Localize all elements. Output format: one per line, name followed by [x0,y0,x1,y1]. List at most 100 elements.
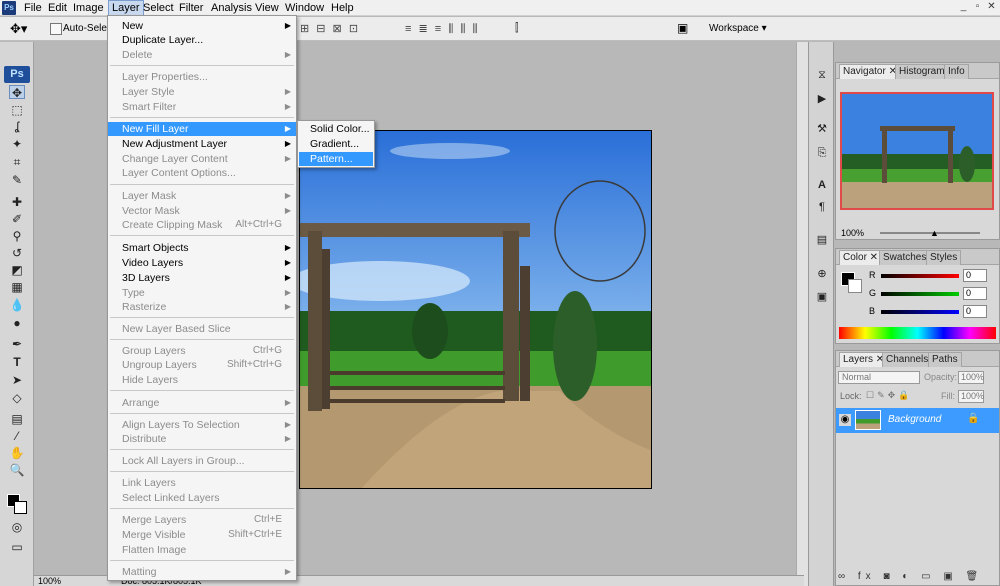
fill-input[interactable]: 100% [958,390,984,403]
clone-source-icon[interactable]: ⎘ [815,146,829,160]
menu-layer-mask: Layer Mask ▶ [122,190,291,202]
tab-paths[interactable]: Paths [928,352,962,367]
notes-icon[interactable]: ▤ [9,412,25,426]
background-color-swatch[interactable] [14,501,27,514]
submenu-gradient[interactable]: Gradient... [299,137,373,151]
menu-layer-properties: Layer Properties... [122,71,208,83]
move-tool-icon[interactable]: ✥▾ [10,21,27,37]
brushes-icon[interactable]: ▤ [815,233,829,247]
opacity-input[interactable]: 100% [958,371,984,384]
auto-select-checkbox[interactable] [50,23,62,35]
menu-image[interactable]: Image [70,0,107,16]
auto-align-icon[interactable]: ⫿ [515,22,519,35]
tab-color[interactable]: Color ✕ [839,250,883,265]
hand-icon[interactable]: ✋ [9,446,25,460]
paragraph-icon[interactable]: ¶ [815,200,829,214]
navigator-zoom-value[interactable]: 100% [841,228,864,238]
menu-new[interactable]: New ▶ [108,19,296,33]
magic-wand-icon[interactable]: ✦ [9,137,25,151]
color-background-swatch[interactable] [848,279,862,293]
menu-view[interactable]: View [252,0,282,16]
eye-icon[interactable]: ◉ [839,414,851,426]
color-b-slider[interactable] [881,310,959,314]
color-g-slider[interactable] [881,292,959,296]
navigator-preview[interactable] [840,92,994,210]
layers-footer-icons[interactable]: ∞ fx ◙ ◐ ▭ ▣ 🗑 [838,571,998,585]
tab-histogram[interactable]: Histogram [895,64,949,79]
eyedropper-icon[interactable]: ⁄ [9,429,25,443]
tab-layers[interactable]: Layers ✕ [839,352,889,367]
color-spectrum-bar[interactable] [839,327,996,339]
photoshop-logo: Ps [2,1,16,15]
layer-lock-icon: 🔒 [967,413,980,424]
document-scrollbar[interactable] [796,42,808,586]
tool-presets-icon[interactable]: ⚒ [815,122,829,136]
crop-icon[interactable]: ⌗ [9,155,25,169]
color-b-input[interactable]: 0 [963,305,987,318]
zoom-icon[interactable]: 🔍 [9,463,25,477]
menu-video-layers[interactable]: Video Layers ▶ [108,256,296,270]
color-r-input[interactable]: 0 [963,269,987,282]
tab-swatches[interactable]: Swatches [879,250,931,265]
gradient-icon[interactable]: ▦ [9,280,25,294]
screen-mode-icon[interactable]: ▭ [9,540,25,554]
quickmask-icon[interactable]: ◎ [9,520,25,534]
menu-layer[interactable]: Layer [108,0,144,16]
character-icon[interactable]: A [815,178,829,192]
eraser-icon[interactable]: ◩ [9,263,25,277]
menu-filter[interactable]: Filter [176,0,206,16]
menu-new-adjustment-layer[interactable]: New Adjustment Layer ▶ [108,137,296,151]
tab-channels[interactable]: Channels [882,352,933,367]
lasso-icon[interactable]: ʆ [9,119,25,133]
pen-icon[interactable]: ✒ [9,337,25,351]
restore-icon[interactable]: ▫ [971,1,984,13]
workspace-icon[interactable]: ▣ [677,21,688,35]
history-brush-icon[interactable]: ↺ [9,246,25,260]
menu-window[interactable]: Window [282,0,327,16]
actions-icon[interactable]: ▶ [815,92,829,106]
clone-stamp-icon[interactable]: ⚲ [9,229,25,243]
menu-smart-objects[interactable]: Smart Objects ▶ [108,241,296,255]
move-icon[interactable]: ✥ [9,85,25,100]
menu-new-fill-layer[interactable]: New Fill Layer ▶ [108,122,296,136]
healing-brush-icon[interactable]: ✚ [9,195,25,209]
workspace-button[interactable]: Workspace ▾ [709,23,767,34]
brush-icon[interactable]: ✐ [9,212,25,226]
close-icon[interactable]: ✕ [985,1,998,13]
blur-icon[interactable]: 💧 [9,298,25,312]
menu-3d-layers[interactable]: 3D Layers ▶ [108,271,296,285]
layer-name[interactable]: Background [888,414,941,425]
adjustments-icon[interactable]: ⊕ [815,267,829,281]
navigator-slider-thumb[interactable]: ▲ [930,228,939,238]
menu-delete: Delete ▶ [122,49,291,61]
tab-info[interactable]: Info [944,64,969,79]
shape-icon[interactable]: ◇ [9,391,25,405]
menu-analysis[interactable]: Analysis [208,0,255,16]
menu-help[interactable]: Help [328,0,357,16]
history-icon[interactable]: ⧖ [815,68,829,82]
align-icon[interactable]: ≡ ≣ ≡ ⫼ ⫼ ⫼ [405,22,480,36]
blend-mode-select[interactable]: Normal [838,371,920,384]
transform-controls-icon[interactable]: ⊞ ⊟ ⊠ ⊡ [300,22,360,35]
menu-duplicate-layer[interactable]: Duplicate Layer... [108,33,296,47]
menu-edit[interactable]: Edit [45,0,70,16]
dodge-icon[interactable]: ● [9,316,25,330]
tab-styles[interactable]: Styles [926,250,962,265]
path-select-icon[interactable]: ➤ [9,373,25,387]
layer-row[interactable]: ◉ Background 🔒 [836,408,999,433]
status-zoom[interactable]: 100% [38,576,61,586]
menu-file[interactable]: File [21,0,45,16]
tab-navigator[interactable]: Navigator ✕ [839,64,901,79]
type-icon[interactable]: T [9,355,25,369]
slice-icon[interactable]: ✎ [9,173,25,187]
minimize-icon[interactable]: _ [957,1,970,13]
marquee-icon[interactable]: ⬚ [9,103,25,117]
document-image[interactable] [299,130,652,489]
menu-select[interactable]: Select [140,0,177,16]
submenu-solid-color[interactable]: Solid Color... [299,122,373,136]
lock-icons[interactable]: ☐✎✥🔒 [866,390,912,401]
color-g-input[interactable]: 0 [963,287,987,300]
submenu-pattern[interactable]: Pattern... [299,152,373,166]
masks-icon[interactable]: ▣ [815,290,829,304]
color-r-slider[interactable] [881,274,959,278]
